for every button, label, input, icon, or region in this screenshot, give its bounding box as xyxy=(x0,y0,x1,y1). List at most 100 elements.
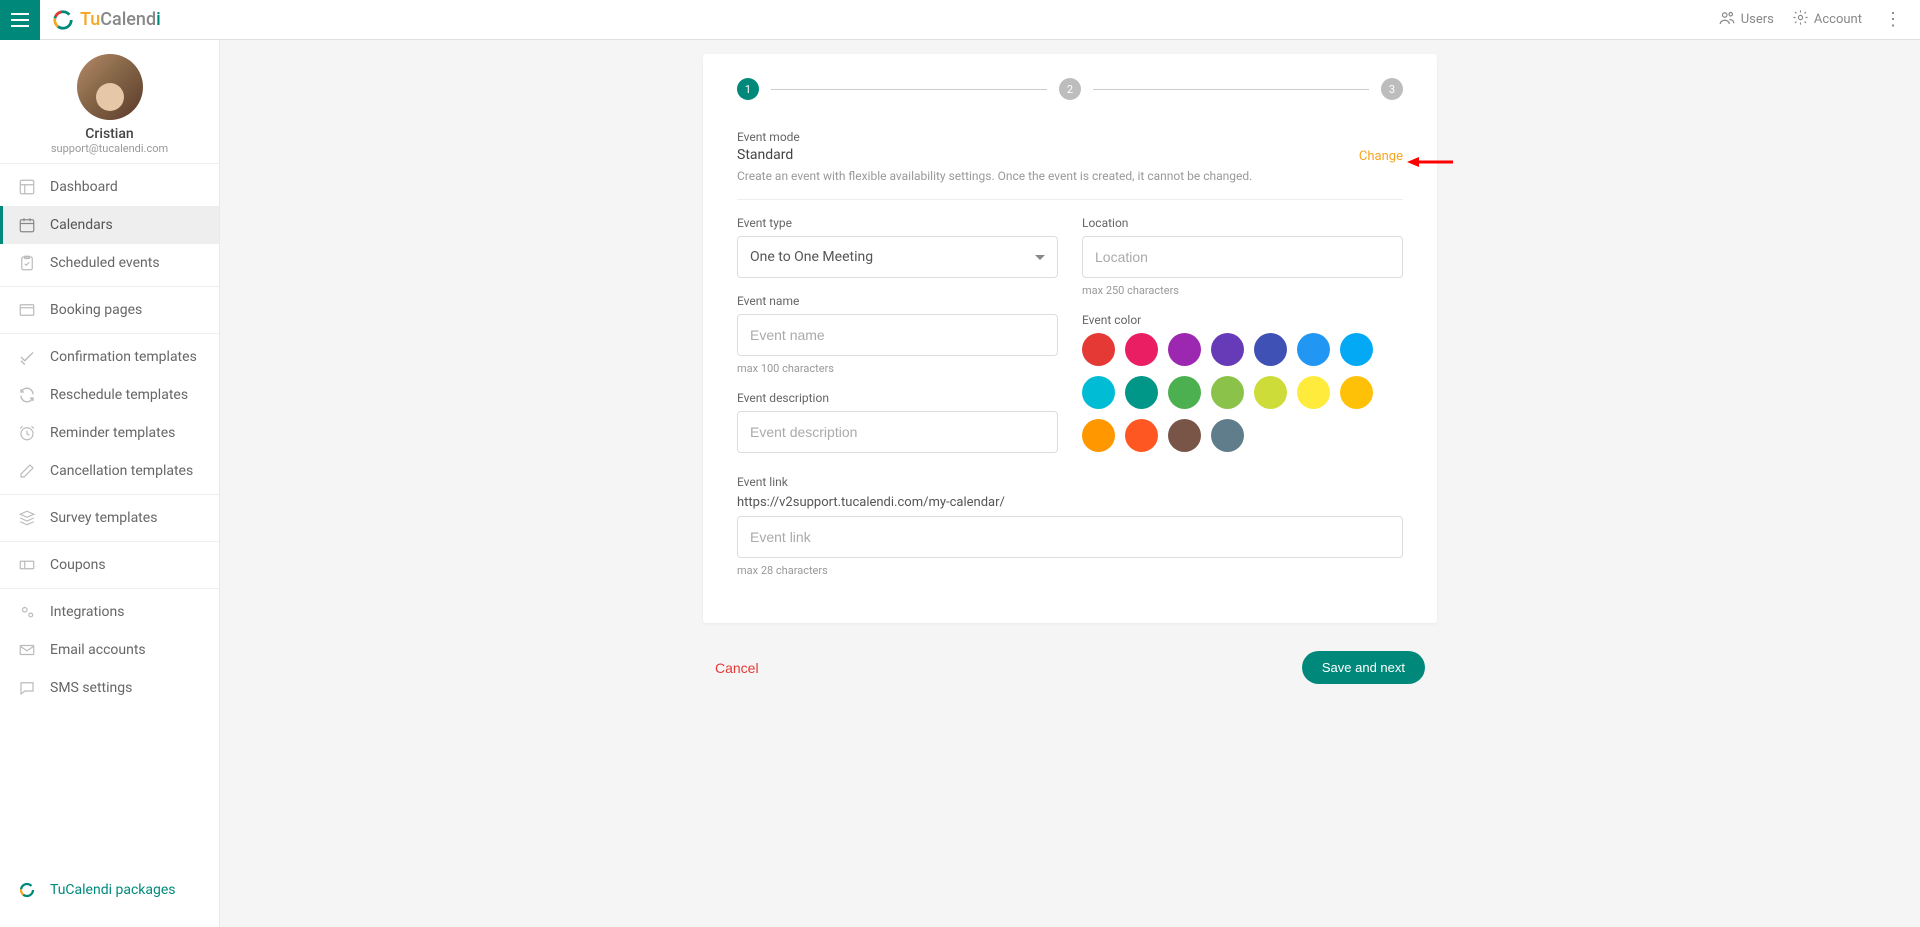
location-hint: max 250 characters xyxy=(1082,284,1403,297)
event-name-hint: max 100 characters xyxy=(737,362,1058,375)
brand-part2: Calend xyxy=(100,9,156,30)
step-2: 2 xyxy=(1059,78,1081,100)
more-menu-button[interactable]: ⋮ xyxy=(1880,9,1906,30)
color-swatch-8[interactable] xyxy=(1125,376,1158,409)
event-link-input[interactable] xyxy=(737,516,1403,558)
brand-part1: Tu xyxy=(80,9,100,30)
event-type-label: Event type xyxy=(737,216,1058,230)
sidebar-item-label: Email accounts xyxy=(50,642,146,658)
cancel-button[interactable]: Cancel xyxy=(715,660,759,676)
calendar-icon xyxy=(18,216,36,234)
sidebar-item-integrations[interactable]: Integrations xyxy=(0,593,219,631)
sidebar-item-label: Integrations xyxy=(50,604,124,620)
location-field: Location max 250 characters xyxy=(1082,216,1403,297)
account-link[interactable]: Account xyxy=(1792,9,1862,30)
clipboard-icon xyxy=(18,254,36,272)
event-color-field: Event color xyxy=(1082,313,1403,452)
color-swatch-17[interactable] xyxy=(1211,419,1244,452)
form-actions: Cancel Save and next xyxy=(703,651,1437,684)
event-type-value: One to One Meeting xyxy=(750,249,873,265)
event-name-label: Event name xyxy=(737,294,1058,308)
sidebar-item-label: Dashboard xyxy=(50,179,118,195)
refresh-icon xyxy=(18,386,36,404)
sidebar-item-confirmation[interactable]: Confirmation templates xyxy=(0,338,219,376)
sidebar-item-reschedule[interactable]: Reschedule templates xyxy=(0,376,219,414)
step-1[interactable]: 1 xyxy=(737,78,759,100)
sidebar-item-survey[interactable]: Survey templates xyxy=(0,499,219,537)
event-mode-section: Event mode Standard Create an event with… xyxy=(737,130,1403,200)
save-next-button[interactable]: Save and next xyxy=(1302,651,1425,684)
sidebar-item-label: Scheduled events xyxy=(50,255,160,271)
event-name-input[interactable] xyxy=(737,314,1058,356)
profile-name: Cristian xyxy=(0,126,219,142)
users-icon xyxy=(1718,9,1736,31)
sidebar-item-coupons[interactable]: Coupons xyxy=(0,546,219,584)
cogs-icon xyxy=(18,603,36,621)
brand-part3: i xyxy=(156,9,161,30)
color-swatch-14[interactable] xyxy=(1082,419,1115,452)
color-swatch-9[interactable] xyxy=(1168,376,1201,409)
dashboard-icon xyxy=(18,178,36,196)
app-header: TuCalendi Users Account ⋮ xyxy=(0,0,1920,40)
event-mode-value: Standard xyxy=(737,147,1252,163)
sidebar: Cristian support@tucalendi.com Dashboard… xyxy=(0,40,220,927)
event-type-select[interactable]: One to One Meeting xyxy=(737,236,1058,278)
logo-icon xyxy=(18,881,36,899)
sidebar-item-reminder[interactable]: Reminder templates xyxy=(0,414,219,452)
form-card: 1 2 3 Event mode Standard Create an even… xyxy=(703,54,1437,623)
sidebar-item-label: Calendars xyxy=(50,217,113,233)
color-swatch-3[interactable] xyxy=(1211,333,1244,366)
sidebar-item-calendars[interactable]: Calendars xyxy=(0,206,219,244)
sidebar-item-dashboard[interactable]: Dashboard xyxy=(0,168,219,206)
profile-email: support@tucalendi.com xyxy=(0,142,219,155)
event-link-label: Event link xyxy=(737,475,1403,489)
erase-icon xyxy=(18,462,36,480)
sidebar-item-label: Survey templates xyxy=(50,510,157,526)
users-link[interactable]: Users xyxy=(1718,9,1774,31)
sidebar-item-booking[interactable]: Booking pages xyxy=(0,291,219,329)
color-swatch-4[interactable] xyxy=(1254,333,1287,366)
step-3: 3 xyxy=(1381,78,1403,100)
color-swatch-5[interactable] xyxy=(1297,333,1330,366)
sidebar-item-label: Reminder templates xyxy=(50,425,175,441)
color-swatch-13[interactable] xyxy=(1340,376,1373,409)
brand-logo[interactable]: TuCalendi xyxy=(52,9,161,31)
color-swatch-15[interactable] xyxy=(1125,419,1158,452)
color-swatch-1[interactable] xyxy=(1125,333,1158,366)
event-link-field: Event link https://v2support.tucalendi.c… xyxy=(737,475,1403,577)
location-input[interactable] xyxy=(1082,236,1403,278)
sidebar-item-label: Coupons xyxy=(50,557,106,573)
logo-icon xyxy=(52,9,74,31)
sidebar-item-sms[interactable]: SMS settings xyxy=(0,669,219,707)
color-swatch-2[interactable] xyxy=(1168,333,1201,366)
sidebar-item-packages[interactable]: TuCalendi packages xyxy=(0,871,219,909)
avatar[interactable] xyxy=(77,54,143,120)
sidebar-item-label: Confirmation templates xyxy=(50,349,197,365)
color-swatch-11[interactable] xyxy=(1254,376,1287,409)
event-link-prefix: https://v2support.tucalendi.com/my-calen… xyxy=(737,495,1403,510)
event-type-field: Event type One to One Meeting xyxy=(737,216,1058,278)
sidebar-item-label: Reschedule templates xyxy=(50,387,188,403)
clock-icon xyxy=(18,424,36,442)
sidebar-item-scheduled[interactable]: Scheduled events xyxy=(0,244,219,282)
color-swatch-grid xyxy=(1082,333,1403,452)
account-label: Account xyxy=(1814,12,1862,27)
color-swatch-12[interactable] xyxy=(1297,376,1330,409)
gear-icon xyxy=(1792,9,1809,30)
profile-block: Cristian support@tucalendi.com xyxy=(0,40,219,163)
event-desc-label: Event description xyxy=(737,391,1058,405)
stepper: 1 2 3 xyxy=(737,78,1403,100)
sidebar-item-email[interactable]: Email accounts xyxy=(0,631,219,669)
color-swatch-7[interactable] xyxy=(1082,376,1115,409)
sidebar-item-cancellation[interactable]: Cancellation templates xyxy=(0,452,219,490)
hamburger-menu-button[interactable] xyxy=(0,0,40,40)
main-content: 1 2 3 Event mode Standard Create an even… xyxy=(220,40,1920,927)
color-swatch-0[interactable] xyxy=(1082,333,1115,366)
event-desc-input[interactable] xyxy=(737,411,1058,453)
change-mode-link[interactable]: Change xyxy=(1359,149,1403,164)
color-swatch-6[interactable] xyxy=(1340,333,1373,366)
color-swatch-10[interactable] xyxy=(1211,376,1244,409)
color-swatch-16[interactable] xyxy=(1168,419,1201,452)
window-icon xyxy=(18,301,36,319)
sidebar-item-label: Booking pages xyxy=(50,302,142,318)
